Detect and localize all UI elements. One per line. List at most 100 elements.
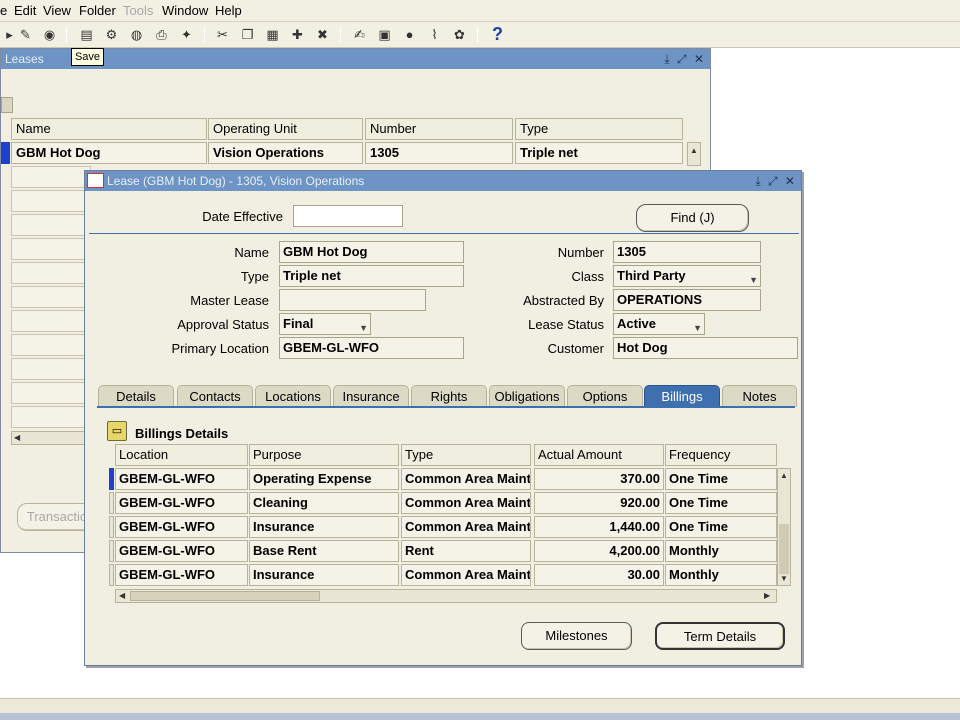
lease-status-select[interactable]: Active ▼ xyxy=(613,313,705,335)
tab-locations[interactable]: Locations xyxy=(255,385,331,407)
table-cell-purpose[interactable]: Base Rent xyxy=(249,540,399,562)
translations-icon[interactable]: ▣ xyxy=(375,25,394,44)
customer-field[interactable]: Hot Dog xyxy=(613,337,798,359)
table-row[interactable] xyxy=(11,358,91,380)
table-cell-purpose[interactable]: Insurance xyxy=(249,516,399,538)
table-row[interactable] xyxy=(11,238,91,260)
cell-name[interactable]: GBM Hot Dog xyxy=(11,142,207,164)
table-cell-location[interactable]: GBEM-GL-WFO xyxy=(115,540,248,562)
menu-edit[interactable]: Edit xyxy=(14,3,36,18)
tab-options[interactable]: Options xyxy=(567,385,643,407)
table-cell-location[interactable]: GBEM-GL-WFO xyxy=(115,516,248,538)
table-row[interactable] xyxy=(11,382,91,404)
chevron-down-icon[interactable]: ▼ xyxy=(693,318,702,334)
tab-insurance[interactable]: Insurance xyxy=(333,385,409,407)
edit-field-icon[interactable]: ✍ xyxy=(350,25,369,44)
table-cell-frequency[interactable]: Monthly xyxy=(665,540,777,562)
new-record-icon[interactable]: ✚ xyxy=(288,25,307,44)
table-cell-type[interactable]: Common Area Maint xyxy=(401,468,531,490)
menu-window[interactable]: Window xyxy=(162,3,208,18)
chevron-down-icon[interactable]: ▼ xyxy=(749,270,758,286)
table-cell-amount[interactable]: 30.00 xyxy=(534,564,664,586)
attachment-icon[interactable]: ⌇ xyxy=(425,25,444,44)
folder-icon[interactable]: ▭ xyxy=(107,421,127,441)
table-cell-amount[interactable]: 1,440.00 xyxy=(534,516,664,538)
menu-view[interactable]: View xyxy=(43,3,71,18)
table-row[interactable] xyxy=(11,406,91,428)
record-indicator[interactable] xyxy=(109,492,114,514)
type-field[interactable]: Triple net xyxy=(279,265,464,287)
table-row[interactable] xyxy=(11,334,91,356)
term-details-button[interactable]: Term Details xyxy=(655,622,785,650)
menu-folder[interactable]: Folder xyxy=(79,3,116,18)
name-field[interactable]: GBM Hot Dog xyxy=(279,241,464,263)
table-cell-type[interactable]: Common Area Maint xyxy=(401,516,531,538)
tab-billings[interactable]: Billings xyxy=(644,385,720,407)
vertical-scrollbar[interactable]: ▲ ▼ xyxy=(777,468,791,586)
menu-help[interactable]: Help xyxy=(215,3,242,18)
table-row[interactable] xyxy=(11,310,91,332)
arrow-right-icon[interactable]: ▶ xyxy=(764,591,770,600)
table-row[interactable] xyxy=(11,190,91,212)
horizontal-scrollbar[interactable]: ◀ xyxy=(11,431,87,445)
table-cell-amount[interactable]: 920.00 xyxy=(534,492,664,514)
arrow-up-icon[interactable]: ▲ xyxy=(780,471,788,480)
tab-contacts[interactable]: Contacts xyxy=(177,385,253,407)
menu-tools[interactable]: Tools xyxy=(123,3,153,18)
primary-location-field[interactable]: GBEM-GL-WFO xyxy=(279,337,464,359)
table-cell-location[interactable]: GBEM-GL-WFO xyxy=(115,468,248,490)
arrow-down-icon[interactable]: ▼ xyxy=(780,574,788,583)
cut-icon[interactable]: ✂ xyxy=(213,25,232,44)
print-icon[interactable]: ▤ xyxy=(77,25,96,44)
scroll-thumb[interactable] xyxy=(130,591,320,601)
table-cell-amount[interactable]: 370.00 xyxy=(534,468,664,490)
zoom-icon[interactable]: ◍ xyxy=(127,25,146,44)
master-lease-field[interactable] xyxy=(279,289,426,311)
window-controls[interactable]: ⤓ ⤢ ✕ xyxy=(664,49,706,69)
table-cell-purpose[interactable]: Operating Expense xyxy=(249,468,399,490)
table-cell-amount[interactable]: 4,200.00 xyxy=(534,540,664,562)
milestones-button[interactable]: Milestones xyxy=(521,622,632,650)
table-cell-frequency[interactable]: One Time xyxy=(665,492,777,514)
table-cell-location[interactable]: GBEM-GL-WFO xyxy=(115,564,248,586)
folder-tools-icon[interactable]: ✿ xyxy=(450,25,469,44)
table-row[interactable] xyxy=(11,286,91,308)
table-cell-frequency[interactable]: One Time xyxy=(665,516,777,538)
vertical-scrollbar[interactable]: ▲ xyxy=(687,142,701,166)
record-indicator[interactable] xyxy=(109,540,114,562)
save-icon[interactable]: ✎ xyxy=(16,25,35,44)
paste-icon[interactable]: ▦ xyxy=(263,25,282,44)
chevron-down-icon[interactable]: ▼ xyxy=(359,318,368,334)
delete-record-icon[interactable]: ✖ xyxy=(313,25,332,44)
attachments-folder-icon[interactable]: ✦ xyxy=(177,25,196,44)
horizontal-scrollbar[interactable]: ◀ ▶ xyxy=(115,589,777,603)
number-field[interactable]: 1305 xyxy=(613,241,761,263)
table-cell-purpose[interactable]: Insurance xyxy=(249,564,399,586)
tools-icon[interactable]: ⚙ xyxy=(102,25,121,44)
table-cell-frequency[interactable]: One Time xyxy=(665,468,777,490)
table-row[interactable] xyxy=(11,166,91,188)
table-row[interactable] xyxy=(11,214,91,236)
tab-rights[interactable]: Rights xyxy=(411,385,487,407)
menu-file[interactable]: e xyxy=(0,3,7,18)
cell-number[interactable]: 1305 xyxy=(365,142,513,164)
navigator-icon[interactable]: ◉ xyxy=(40,25,59,44)
approval-status-select[interactable]: Final ▼ xyxy=(279,313,371,335)
tab-obligations[interactable]: Obligations xyxy=(489,385,565,407)
arrow-left-icon[interactable]: ◀ xyxy=(119,591,125,600)
record-indicator[interactable] xyxy=(109,564,114,586)
class-select[interactable]: Third Party ▼ xyxy=(613,265,761,287)
date-effective-field[interactable] xyxy=(293,205,403,227)
tab-details[interactable]: Details xyxy=(98,385,174,407)
copy-icon[interactable]: ❐ xyxy=(238,25,257,44)
table-cell-frequency[interactable]: Monthly xyxy=(665,564,777,586)
help-icon[interactable]: ? xyxy=(488,24,507,44)
scroll-thumb[interactable] xyxy=(779,524,789,574)
table-cell-type[interactable]: Rent xyxy=(401,540,531,562)
table-row[interactable] xyxy=(11,262,91,284)
globe-icon[interactable]: ● xyxy=(400,25,419,44)
table-cell-type[interactable]: Common Area Maint xyxy=(401,564,531,586)
tab-notes[interactable]: Notes xyxy=(722,385,797,407)
abstracted-by-field[interactable]: OPERATIONS xyxy=(613,289,761,311)
folder-icon[interactable] xyxy=(1,97,13,113)
